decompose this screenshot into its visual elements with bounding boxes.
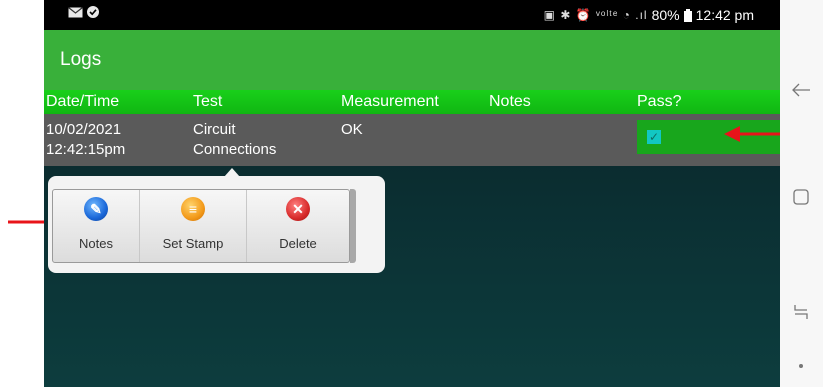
stamp-icon: ≡ [181,197,205,221]
mail-icon [68,6,83,17]
cell-datetime: 10/02/2021 12:42:15pm [46,120,125,160]
cell-test-line1: Circuit [193,121,236,138]
status-indicator-icons: ▣ ✱ ⏰ ᵛᵒˡᵗᵉ ◔ .ıl [543,8,648,22]
notes-button-label: Notes [79,236,113,251]
nav-dot-icon [799,364,803,368]
close-icon: ✕ [286,197,310,221]
column-header-test[interactable]: Test [193,93,222,111]
status-bar: ▣ ✱ ⏰ ᵛᵒˡᵗᵉ ◔ .ıl 80% 12:42 pm [44,0,780,30]
delete-button-label: Delete [279,236,317,251]
app-bar: Logs [44,30,780,90]
battery-icon [683,8,692,22]
context-menu-bar: ✎ Notes ≡ Set Stamp ✕ Delete [52,189,350,263]
column-header-pass[interactable]: Pass? [637,93,681,111]
cell-test: Circuit Connections [193,120,276,160]
pass-checkbox[interactable]: ✓ [647,130,661,144]
set-stamp-button-label: Set Stamp [162,236,224,251]
cell-measurement: OK [341,121,363,138]
delete-button[interactable]: ✕ Delete [247,190,349,262]
recents-icon[interactable] [791,302,811,322]
column-header-datetime[interactable]: Date/Time [46,93,119,111]
set-stamp-button[interactable]: ≡ Set Stamp [140,190,247,262]
pencil-icon: ✎ [84,197,108,221]
column-header-notes[interactable]: Notes [489,93,531,111]
navigation-bar [780,0,823,387]
check-circle-icon [87,6,99,18]
notes-button[interactable]: ✎ Notes [53,190,140,262]
popup-drag-handle[interactable] [350,189,356,263]
battery-percent: 80% [651,7,680,23]
cell-date: 10/02/2021 [46,121,122,138]
phone-screen: ▣ ✱ ⏰ ᵛᵒˡᵗᵉ ◔ .ıl 80% 12:42 pm Logs Date… [44,0,780,387]
table-header: Date/Time Test Measurement Notes Pass? [44,90,780,114]
context-menu-popup: ✎ Notes ≡ Set Stamp ✕ Delete [48,176,385,273]
home-icon[interactable] [791,187,811,207]
table-row[interactable]: 10/02/2021 12:42:15pm Circuit Connection… [44,114,780,166]
cell-time: 12:42:15pm [46,141,126,158]
column-header-measurement[interactable]: Measurement [341,93,439,111]
page: ▣ ✱ ⏰ ᵛᵒˡᵗᵉ ◔ .ıl 80% 12:42 pm Logs Date… [0,0,823,387]
cell-test-line2: Connections [193,141,277,158]
page-title: Logs [60,49,102,70]
back-icon[interactable] [791,80,811,100]
clock: 12:42 pm [695,7,754,23]
annotation-arrow-pass [724,126,780,142]
